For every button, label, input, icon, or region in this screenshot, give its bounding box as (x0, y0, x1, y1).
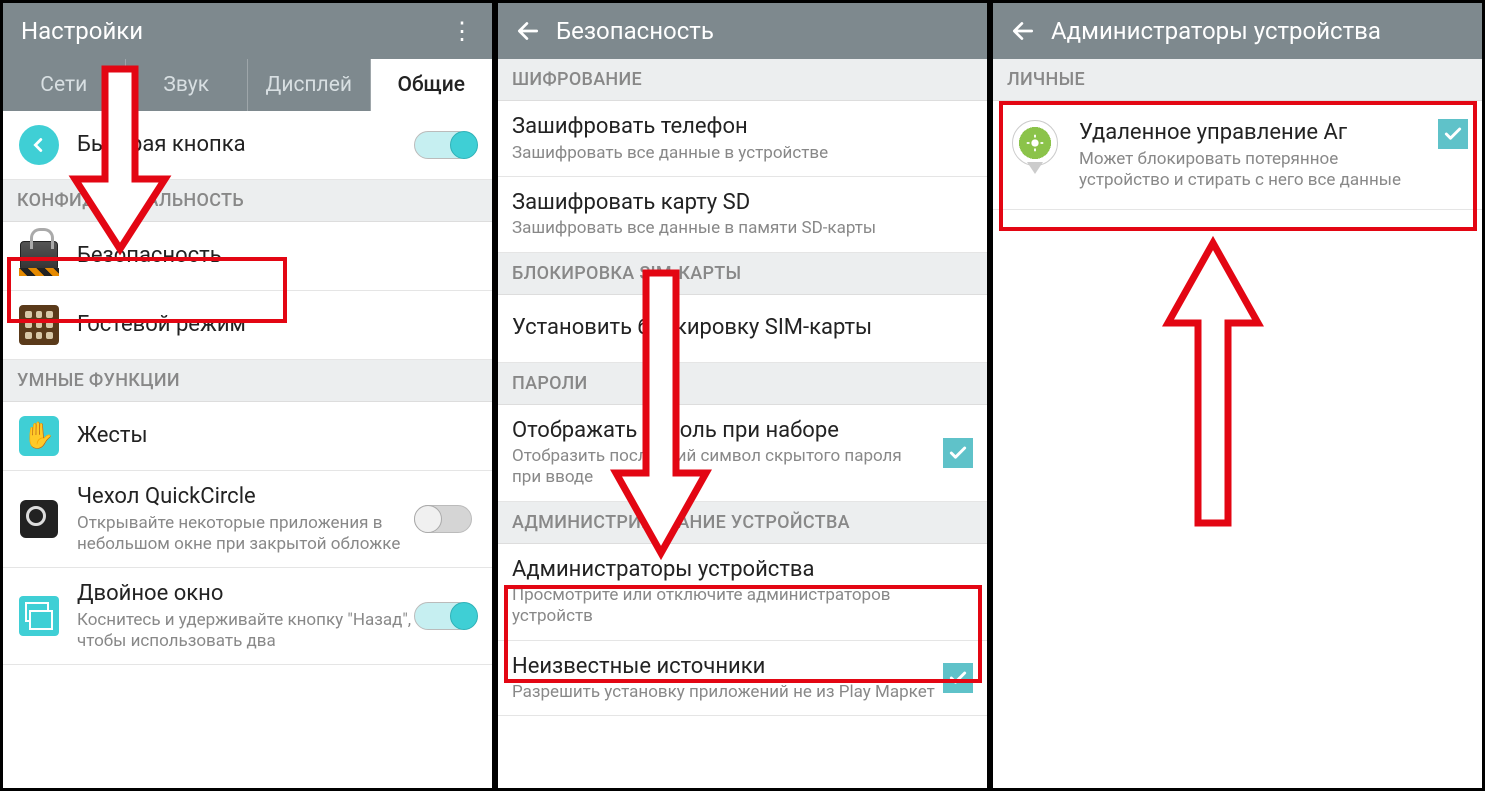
header-title: Администраторы устройства (1043, 17, 1472, 45)
more-icon[interactable]: ⋮ (442, 17, 482, 45)
pattern-icon (19, 305, 59, 345)
gestures-row[interactable]: ✋ Жесты (3, 402, 492, 471)
unknown-sources-row[interactable]: Неизвестные источники Разрешить установк… (498, 641, 987, 717)
device-admins-sub: Просмотрите или отключите администраторо… (512, 585, 973, 628)
back-icon[interactable] (508, 11, 548, 51)
show-password-sub: Отобразить последний символ скрытого пар… (512, 446, 935, 489)
back-icon[interactable] (1003, 11, 1043, 51)
dual-window-toggle[interactable] (414, 600, 478, 632)
header: Безопасность (498, 3, 987, 59)
guest-mode-label: Гостевой режим (77, 311, 478, 339)
show-password-row[interactable]: Отображать пароль при наборе Отобразить … (498, 405, 987, 502)
section-passwords: ПАРОЛИ (498, 363, 987, 405)
quick-button-label: Быстрая кнопка (77, 131, 414, 159)
locate-icon (1008, 120, 1062, 174)
device-admins-panel: Администраторы устройства ЛИЧНЫЕ Удаленн… (990, 0, 1485, 791)
encrypt-sd-title: Зашифровать карту SD (512, 189, 973, 217)
encrypt-sd-row[interactable]: Зашифровать карту SD Зашифровать все дан… (498, 177, 987, 253)
encrypt-phone-title: Зашифровать телефон (512, 113, 973, 141)
tab-networks[interactable]: Сети (3, 59, 126, 111)
tab-general[interactable]: Общие (371, 59, 493, 111)
remote-management-sub: Может блокировать потерянное устройство … (1079, 149, 1430, 192)
show-password-checkbox[interactable] (943, 438, 973, 468)
quickcircle-sub: Открывайте некоторые приложения в неболь… (77, 513, 414, 556)
quickcircle-row[interactable]: Чехол QuickCircle Открывайте некоторые п… (3, 471, 492, 568)
dual-window-icon (19, 596, 59, 636)
security-panel: Безопасность ШИФРОВАНИЕ Зашифровать теле… (495, 0, 990, 791)
security-row[interactable]: Безопасность (3, 222, 492, 291)
settings-panel: Настройки ⋮ Сети Звук Дисплей Общие Быст… (0, 0, 495, 791)
quick-button-toggle[interactable] (414, 129, 478, 161)
section-encryption: ШИФРОВАНИЕ (498, 59, 987, 101)
header-title: Настройки (13, 17, 442, 45)
sim-lock-title: Установить блокировку SIM-карты (512, 314, 973, 342)
lock-icon (20, 241, 58, 271)
header-title: Безопасность (548, 17, 977, 45)
tab-display[interactable]: Дисплей (248, 59, 371, 111)
section-personal: ЛИЧНЫЕ (993, 59, 1482, 101)
dual-window-sub: Коснитесь и удерживайте кнопку "Назад", … (77, 610, 414, 653)
quick-button-row[interactable]: Быстрая кнопка (3, 111, 492, 180)
device-admins-row[interactable]: Администраторы устройства Просмотрите ил… (498, 544, 987, 641)
unknown-sources-checkbox[interactable] (943, 663, 973, 693)
header: Настройки ⋮ (3, 3, 492, 59)
back-arrow-icon (19, 125, 59, 165)
encrypt-sd-sub: Зашифровать все данные в памяти SD-карты (512, 218, 973, 239)
section-sim: БЛОКИРОВКА SIM-КАРТЫ (498, 253, 987, 295)
quickcircle-title: Чехол QuickCircle (77, 483, 414, 511)
tabs: Сети Звук Дисплей Общие (3, 59, 492, 111)
remote-management-title: Удаленное управление Aг (1079, 119, 1430, 147)
security-label: Безопасность (77, 242, 478, 270)
section-admin: АДМИНИСТРИРОВАНИЕ УСТРОЙСТВА (498, 502, 987, 544)
header: Администраторы устройства (993, 3, 1482, 59)
encrypt-phone-row[interactable]: Зашифровать телефон Зашифровать все данн… (498, 101, 987, 177)
security-list: ШИФРОВАНИЕ Зашифровать телефон Зашифрова… (498, 59, 987, 788)
remote-management-checkbox[interactable] (1438, 119, 1468, 149)
unknown-sources-sub: Разрешить установку приложений не из Pla… (512, 682, 935, 703)
encrypt-phone-sub: Зашифровать все данные в устройстве (512, 143, 973, 164)
show-password-title: Отображать пароль при наборе (512, 417, 935, 445)
tab-sound[interactable]: Звук (126, 59, 249, 111)
unknown-sources-title: Неизвестные источники (512, 653, 935, 681)
guest-mode-row[interactable]: Гостевой режим (3, 291, 492, 360)
settings-list: Быстрая кнопка КОНФИДЕНЦИАЛЬНОСТЬ Безопа… (3, 111, 492, 788)
hand-icon: ✋ (19, 416, 59, 456)
section-smart: УМНЫЕ ФУНКЦИИ (3, 360, 492, 402)
gestures-label: Жесты (77, 422, 478, 450)
sim-lock-row[interactable]: Установить блокировку SIM-карты (498, 295, 987, 363)
dual-window-title: Двойное окно (77, 580, 414, 608)
remote-management-row[interactable]: Удаленное управление Aг Может блокироват… (993, 101, 1482, 210)
case-icon (20, 500, 58, 538)
section-privacy: КОНФИДЕНЦИАЛЬНОСТЬ (3, 180, 492, 222)
dual-window-row[interactable]: Двойное окно Коснитесь и удерживайте кно… (3, 568, 492, 665)
quickcircle-toggle[interactable] (414, 503, 478, 535)
device-admins-title: Администраторы устройства (512, 556, 973, 584)
admins-list: ЛИЧНЫЕ Удаленное управление Aг Может бло… (993, 59, 1482, 788)
